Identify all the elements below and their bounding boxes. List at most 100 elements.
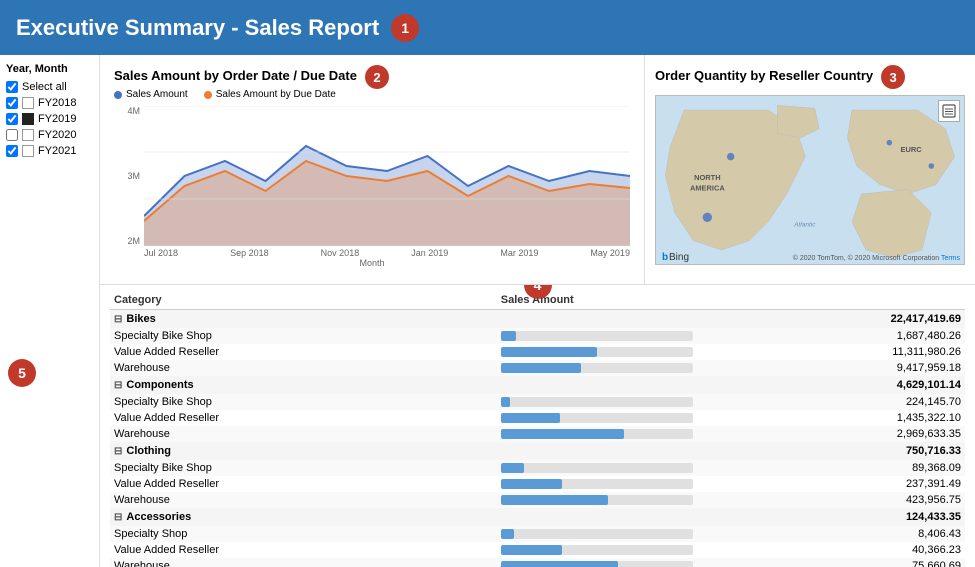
category-label: ⊟Accessories xyxy=(110,508,497,526)
fy2021-checkbox[interactable] xyxy=(6,145,18,157)
fy2019-checkbox[interactable] xyxy=(6,113,18,125)
bar-fill xyxy=(501,363,582,373)
bing-logo: b Bing xyxy=(662,250,692,262)
filter-fy2021[interactable]: FY2021 xyxy=(6,143,93,159)
table-sub-row: Warehouse 423,956.75 xyxy=(110,492,965,508)
x-label-1: Jul 2018 xyxy=(144,248,178,258)
sub-label: Specialty Bike Shop xyxy=(110,394,497,410)
svg-text:Atlantic: Atlantic xyxy=(793,222,816,229)
filter-fy2019[interactable]: FY2019 xyxy=(6,111,93,127)
bar-wrap xyxy=(501,545,693,555)
amount-cell: 124,433.35 xyxy=(697,508,965,526)
bing-branding: b Bing xyxy=(662,250,692,262)
bar-cell xyxy=(497,426,697,442)
select-all-checkbox[interactable] xyxy=(6,81,18,93)
table-sub-row: Warehouse 75,660.69 xyxy=(110,558,965,567)
filter-select-all[interactable]: Select all xyxy=(6,79,93,95)
sub-label: Warehouse xyxy=(110,558,497,567)
fy2018-label: FY2018 xyxy=(38,97,77,109)
bar-wrap xyxy=(501,363,693,373)
amount-cell: 1,687,480.26 xyxy=(697,328,965,344)
expand-icon[interactable]: ⊟ xyxy=(114,380,122,391)
expand-icon[interactable]: ⊟ xyxy=(114,512,122,523)
amount-cell: 75,660.69 xyxy=(697,558,965,567)
bar-cell xyxy=(497,376,697,394)
line-chart-panel: Sales Amount by Order Date / Due Date 2 … xyxy=(100,55,645,284)
copyright-text: © 2020 TomTom, © 2020 Microsoft Corporat… xyxy=(793,255,939,262)
svg-text:NORTH: NORTH xyxy=(694,173,721,182)
table-category-row: ⊟Bikes 22,417,419.69 xyxy=(110,310,965,329)
sub-label: Specialty Shop xyxy=(110,526,497,542)
bar-fill xyxy=(501,413,561,423)
bar-cell xyxy=(497,476,697,492)
legend-sales-amount: Sales Amount xyxy=(114,89,188,100)
bar-cell xyxy=(497,558,697,567)
amount-cell: 224,145.70 xyxy=(697,394,965,410)
bar-cell xyxy=(497,344,697,360)
fy2018-checkbox[interactable] xyxy=(6,97,18,109)
bar-fill xyxy=(501,331,516,341)
amount-cell: 40,366.23 xyxy=(697,542,965,558)
sub-label: Specialty Bike Shop xyxy=(110,460,497,476)
amount-cell: 237,391.49 xyxy=(697,476,965,492)
x-label-2: Sep 2018 xyxy=(230,248,269,258)
y-axis: 4M 3M 2M xyxy=(114,106,144,246)
y-label-4m: 4M xyxy=(114,106,140,116)
terms-link[interactable]: Terms xyxy=(941,255,960,262)
table-sub-row: Value Added Reseller 237,391.49 xyxy=(110,476,965,492)
legend-dot-sales xyxy=(114,91,122,99)
chart-svg-wrap xyxy=(144,106,630,246)
amount-cell: 4,629,101.14 xyxy=(697,376,965,394)
bar-wrap xyxy=(501,429,693,439)
bar-cell xyxy=(497,508,697,526)
bar-cell xyxy=(497,360,697,376)
layers-icon xyxy=(942,104,956,118)
filter-fy2018[interactable]: FY2018 xyxy=(6,95,93,111)
col-category: Category xyxy=(110,291,497,310)
bar-cell xyxy=(497,310,697,329)
expand-icon[interactable]: ⊟ xyxy=(114,314,122,325)
table-sub-row: Specialty Bike Shop 224,145.70 xyxy=(110,394,965,410)
expand-icon[interactable]: ⊟ xyxy=(114,446,122,457)
x-axis: Jul 2018 Sep 2018 Nov 2018 Jan 2019 Mar … xyxy=(114,248,630,258)
bar-cell xyxy=(497,460,697,476)
bar-wrap xyxy=(501,495,693,505)
fy2018-swatch xyxy=(22,97,34,109)
sub-label: Warehouse xyxy=(110,426,497,442)
line-chart-svg xyxy=(144,106,630,246)
category-label: ⊟Bikes xyxy=(110,310,497,329)
table-sub-row: Warehouse 9,417,959.18 xyxy=(110,360,965,376)
fy2019-label: FY2019 xyxy=(38,113,77,125)
svg-text:b: b xyxy=(662,252,668,262)
bar-fill xyxy=(501,561,618,567)
badge-1: 1 xyxy=(391,14,419,42)
sidebar: Year, Month Select all FY2018 FY2019 FY2… xyxy=(0,55,100,567)
map-panel: Order Quantity by Reseller Country 3 xyxy=(645,55,975,284)
bar-cell xyxy=(497,328,697,344)
bar-cell xyxy=(497,410,697,426)
bar-fill xyxy=(501,529,514,539)
x-label-3: Nov 2018 xyxy=(321,248,360,258)
legend-label-sales: Sales Amount xyxy=(126,89,188,100)
bar-wrap xyxy=(501,331,693,341)
fy2020-checkbox[interactable] xyxy=(6,129,18,141)
bar-wrap xyxy=(501,529,693,539)
select-all-label: Select all xyxy=(22,81,67,93)
fy2021-swatch xyxy=(22,145,34,157)
map-layers-button[interactable] xyxy=(938,100,960,122)
main-content: Year, Month Select all FY2018 FY2019 FY2… xyxy=(0,55,975,567)
fy2019-swatch xyxy=(22,113,34,125)
bar-wrap xyxy=(501,397,693,407)
filter-fy2020[interactable]: FY2020 xyxy=(6,127,93,143)
legend-dot-due xyxy=(204,91,212,99)
bar-fill xyxy=(501,545,562,555)
map-copyright: © 2020 TomTom, © 2020 Microsoft Corporat… xyxy=(793,255,960,262)
bar-wrap xyxy=(501,479,693,489)
bar-fill xyxy=(501,463,524,473)
amount-cell: 8,406.43 xyxy=(697,526,965,542)
sub-label: Warehouse xyxy=(110,492,497,508)
amount-cell: 89,368.09 xyxy=(697,460,965,476)
bar-fill xyxy=(501,479,562,489)
table-sub-row: Specialty Shop 8,406.43 xyxy=(110,526,965,542)
sub-label: Value Added Reseller xyxy=(110,476,497,492)
